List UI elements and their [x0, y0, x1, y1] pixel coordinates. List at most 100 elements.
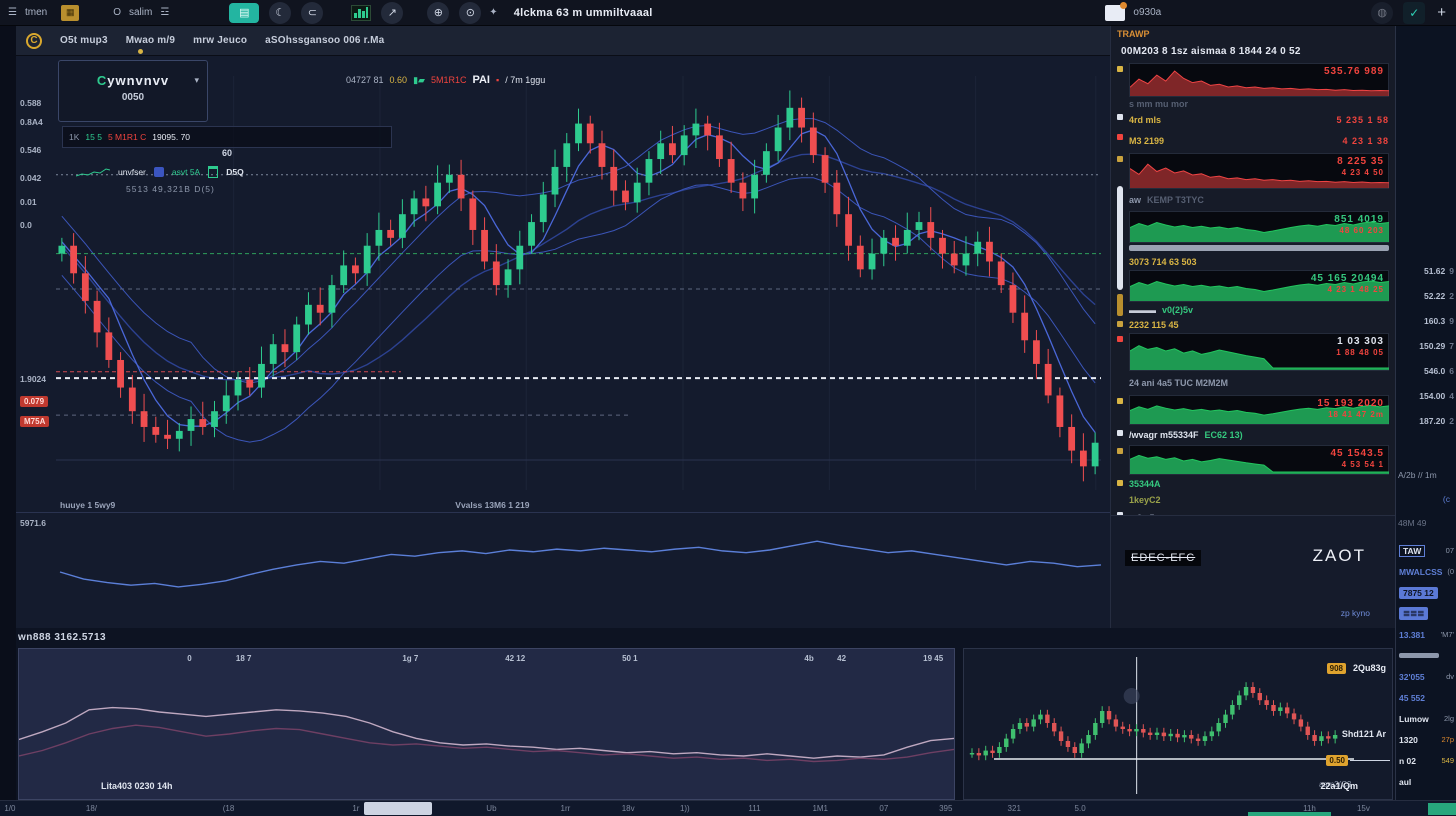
menu-item-0[interactable]: O5t mup3: [60, 35, 108, 46]
symbol-dropdown[interactable]: Cywnvnvv 0050 ▾: [58, 60, 208, 122]
legend-token: 0.60: [390, 75, 408, 85]
price-scale-label: 5971.6: [20, 518, 46, 528]
moon-icon[interactable]: ☾: [269, 2, 291, 24]
menu-item-1[interactable]: Mwao m/9: [126, 35, 175, 46]
range-highlight: [1248, 812, 1331, 816]
menu-icon[interactable]: ☰: [8, 7, 17, 18]
quote-item-label: 7875 12: [1399, 587, 1438, 599]
row-price: 45 1543.54 53 54 1: [1331, 448, 1385, 469]
watchlist-row[interactable]: 1keyC2: [1129, 493, 1389, 507]
horizontal-scrollbar-thumb[interactable]: [364, 802, 432, 815]
quote-menu-item[interactable]: Lumow2lg: [1396, 708, 1456, 729]
doc-chart-icon[interactable]: [1105, 5, 1125, 21]
symbol-sub: 0050: [59, 92, 207, 103]
watchlist-row[interactable]: /wvagr m55334FEC62 13): [1129, 427, 1389, 443]
quote-menu-item[interactable]: 45 552: [1396, 687, 1456, 708]
add-tab-button[interactable]: +: [1437, 4, 1446, 21]
chevron-down-icon[interactable]: ▾: [194, 75, 199, 86]
price-scale-label: 0.01: [20, 197, 37, 207]
quote-menu-item[interactable]: 32'055dv: [1396, 666, 1456, 687]
quote-menu-item[interactable]: aul: [1396, 771, 1456, 792]
quote-item-value: 2lg: [1444, 714, 1454, 723]
row-sparkline: 535.76 989: [1129, 63, 1389, 97]
lower-study-panel[interactable]: 018 71g 742 1250 14b4219 45 Lita403 0230…: [18, 648, 955, 800]
quote-price: 150.297: [1396, 333, 1456, 358]
ticker-label[interactable]: salim: [129, 7, 152, 18]
news-link[interactable]: zp kyno: [1341, 608, 1370, 618]
profile-icon[interactable]: ◍: [1371, 2, 1393, 24]
chart-mode-button[interactable]: ▤: [229, 3, 259, 23]
watchlist-chart-row[interactable]: 45 165 204944 23 1 48 25: [1129, 270, 1389, 302]
watchlist-chart-row[interactable]: 535.76 989: [1129, 63, 1389, 97]
watchlist-row[interactable]: 35344A: [1129, 477, 1389, 491]
pin-icon[interactable]: ✦: [489, 7, 497, 18]
green-chip-icon[interactable]: [208, 166, 218, 178]
lower-study-footer: Lita403 0230 14h: [101, 781, 173, 791]
watchlist-row[interactable]: ▬▬▬v0(2)5v: [1129, 304, 1389, 316]
indicator-legend[interactable]: 1K15 55 M1R1 C19095. 70: [62, 126, 392, 148]
watchlist-chart-row[interactable]: 45 1543.54 53 54 1: [1129, 445, 1389, 475]
quote-menu-item[interactable]: MWALCSS(0: [1396, 561, 1456, 582]
quote-menu-item[interactable]: TAW07: [1396, 540, 1456, 561]
list-icon[interactable]: ☲: [160, 7, 169, 18]
watchlist-chart-row[interactable]: 15 193 202018 41 47 2m: [1129, 395, 1389, 425]
legend-token: 04727 81: [346, 75, 384, 85]
pair-mid-label: Shd121 Ar: [1342, 729, 1386, 739]
quote-item-label: TAW: [1399, 545, 1425, 557]
watchlist-row[interactable]: awKEMP T3TYC: [1129, 191, 1389, 209]
row-price: 1 03 3031 88 48 05: [1336, 336, 1384, 357]
watchlist-row[interactable]: 2232 115 45: [1129, 318, 1389, 331]
watchlist-row[interactable]: M3 21994 23 1 38: [1129, 131, 1389, 151]
price-scale-badge: M75A: [20, 416, 49, 427]
quote-menu-item[interactable]: [1396, 645, 1456, 666]
row-price: 851 401948 60 203: [1334, 214, 1384, 235]
price-list: 51.62952.222160.39150.297546.06154.00418…: [1396, 258, 1456, 433]
lower-study-axis-label: 4b: [804, 654, 813, 663]
watchlist-chart-row[interactable]: 1 03 3031 88 48 05: [1129, 333, 1389, 371]
menu-item-3[interactable]: aSOhssgansoo 006 r.Ma: [265, 35, 384, 46]
watchlist-chart-row[interactable]: 8 225 354 23 4 50: [1129, 153, 1389, 189]
globe-icon[interactable]: ⊕: [427, 2, 449, 24]
indicator-token: 5 M1R1 C: [108, 132, 146, 142]
menu-item-2[interactable]: mrw Jeuco: [193, 35, 247, 46]
volume-line-chart[interactable]: [16, 513, 1110, 628]
quote-menu-item[interactable]: ≣≣≣: [1396, 603, 1456, 624]
watchlist-row[interactable]: 3073 714 63 503: [1129, 255, 1389, 268]
quote-menu-item[interactable]: 7875 12: [1396, 582, 1456, 603]
arrow-icon[interactable]: ↗: [381, 2, 403, 24]
legend-token: ▪: [496, 75, 499, 85]
row-marker-icon: [1117, 114, 1123, 120]
lower-study-axis-label: 0: [187, 654, 191, 663]
crescent-icon[interactable]: ⊂: [301, 2, 323, 24]
quote-item-label: MWALCSS: [1399, 567, 1442, 577]
watchlist-row[interactable]: 24 ani 4a5 TUC M2M2M: [1129, 373, 1389, 393]
quote-menu-item[interactable]: 132027p: [1396, 729, 1456, 750]
watchlist-sidebar: TRAWP 00M203 8 1sz aismaa 8 1844 24 0 52…: [1110, 26, 1395, 628]
indicator-period: 60: [62, 148, 392, 158]
globe2-icon[interactable]: ⊙: [459, 2, 481, 24]
blue-chip-icon[interactable]: [154, 167, 164, 177]
mini-chart-icon[interactable]: [351, 5, 371, 21]
quote-link[interactable]: (c: [1443, 494, 1450, 504]
inline-scrollbar[interactable]: [1129, 245, 1389, 251]
main-candle-chart[interactable]: [16, 56, 1110, 497]
watchlist-header[interactable]: TRAWP: [1111, 26, 1395, 42]
watchlist-chart-row[interactable]: 851 401948 60 203: [1129, 211, 1389, 243]
time-axis-label: 15v: [1357, 804, 1370, 813]
check-icon[interactable]: ✓: [1403, 2, 1425, 24]
row-marker-icon: [1117, 480, 1123, 486]
quote-menu-item[interactable]: 13.381'M7': [1396, 624, 1456, 645]
mini-pair-panel[interactable]: 908 2Qu83g Shd121 Ar 0.50 asm2(C3 22a1/Q…: [963, 648, 1393, 800]
study-row[interactable]: unvfser asvt 5A D5Q: [76, 166, 244, 178]
quote-menu-item[interactable]: n 02549: [1396, 750, 1456, 771]
watchlist-row[interactable]: s mm mu mor: [1129, 99, 1389, 109]
quote-price: 51.629: [1396, 258, 1456, 283]
app-label: tmen: [25, 7, 47, 18]
logo-icon[interactable]: ▦: [61, 5, 79, 21]
watchlist-row[interactable]: 4rd mls5 235 1 58: [1129, 111, 1389, 129]
watchlist-scrollbar[interactable]: [1117, 186, 1123, 290]
study-label-2: asvt 5A: [172, 167, 200, 177]
study-label-1: unvfser: [118, 167, 146, 177]
news-panel: EDEC-EFC ZAOT zp kyno: [1111, 515, 1396, 628]
row-label: 3073 714 63 503: [1129, 257, 1197, 267]
